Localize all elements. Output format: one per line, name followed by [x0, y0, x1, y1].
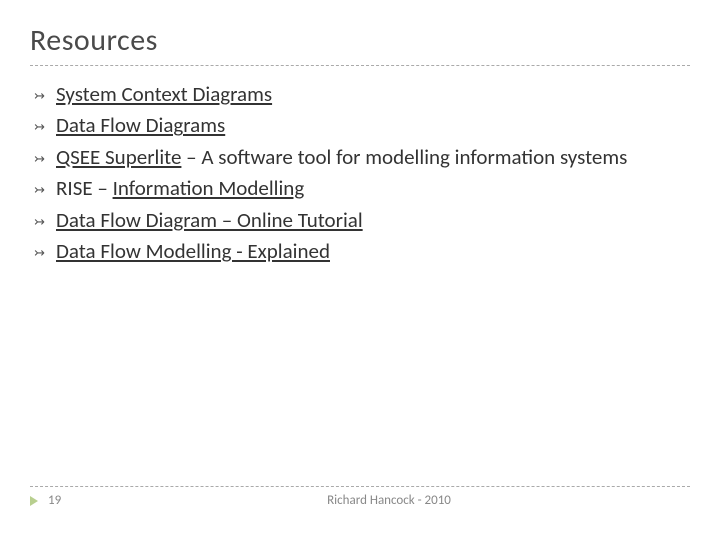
bullet-icon: ↣	[34, 111, 56, 136]
list-item: ↣ RISE – Information Modelling	[34, 174, 690, 203]
resource-link[interactable]: Data Flow Modelling - Explained	[56, 238, 330, 264]
resource-link[interactable]: QSEE Superlite	[56, 144, 181, 170]
bullet-icon: ↣	[34, 206, 56, 231]
play-icon	[30, 496, 38, 506]
author-label: Richard Hancock - 2010	[88, 493, 690, 508]
list-item: ↣ Data Flow Modelling - Explained	[34, 237, 690, 266]
bullet-text: System Context Diagrams	[56, 80, 690, 109]
list-item: ↣ Data Flow Diagram – Online Tutorial	[34, 206, 690, 235]
bullet-text: QSEE Superlite – A software tool for mod…	[56, 143, 690, 172]
bullet-text: Data Flow Modelling - Explained	[56, 237, 690, 266]
page-number: 19	[48, 493, 88, 508]
footer: 19 Richard Hancock - 2010	[30, 486, 690, 508]
footer-row: 19 Richard Hancock - 2010	[30, 493, 690, 508]
bullet-icon: ↣	[34, 237, 56, 262]
bullet-text: RISE – Information Modelling	[56, 174, 690, 203]
bullet-text: Data Flow Diagram – Online Tutorial	[56, 206, 690, 235]
resource-link[interactable]: Data Flow Diagram – Online Tutorial	[56, 207, 363, 233]
list-item: ↣ Data Flow Diagrams	[34, 111, 690, 140]
footer-divider	[30, 486, 690, 487]
bullet-list: ↣ System Context Diagrams ↣ Data Flow Di…	[30, 80, 690, 266]
bullet-text: Data Flow Diagrams	[56, 111, 690, 140]
bullet-icon: ↣	[34, 174, 56, 199]
slide: Resources ↣ System Context Diagrams ↣ Da…	[0, 0, 720, 540]
title-divider	[30, 65, 690, 66]
bullet-icon: ↣	[34, 80, 56, 105]
list-item: ↣ System Context Diagrams	[34, 80, 690, 109]
slide-title: Resources	[30, 22, 690, 59]
resource-link[interactable]: System Context Diagrams	[56, 81, 272, 107]
resource-link[interactable]: Information Modelling	[113, 175, 305, 201]
resource-link[interactable]: Data Flow Diagrams	[56, 112, 225, 138]
bullet-icon: ↣	[34, 143, 56, 168]
list-item: ↣ QSEE Superlite – A software tool for m…	[34, 143, 690, 172]
